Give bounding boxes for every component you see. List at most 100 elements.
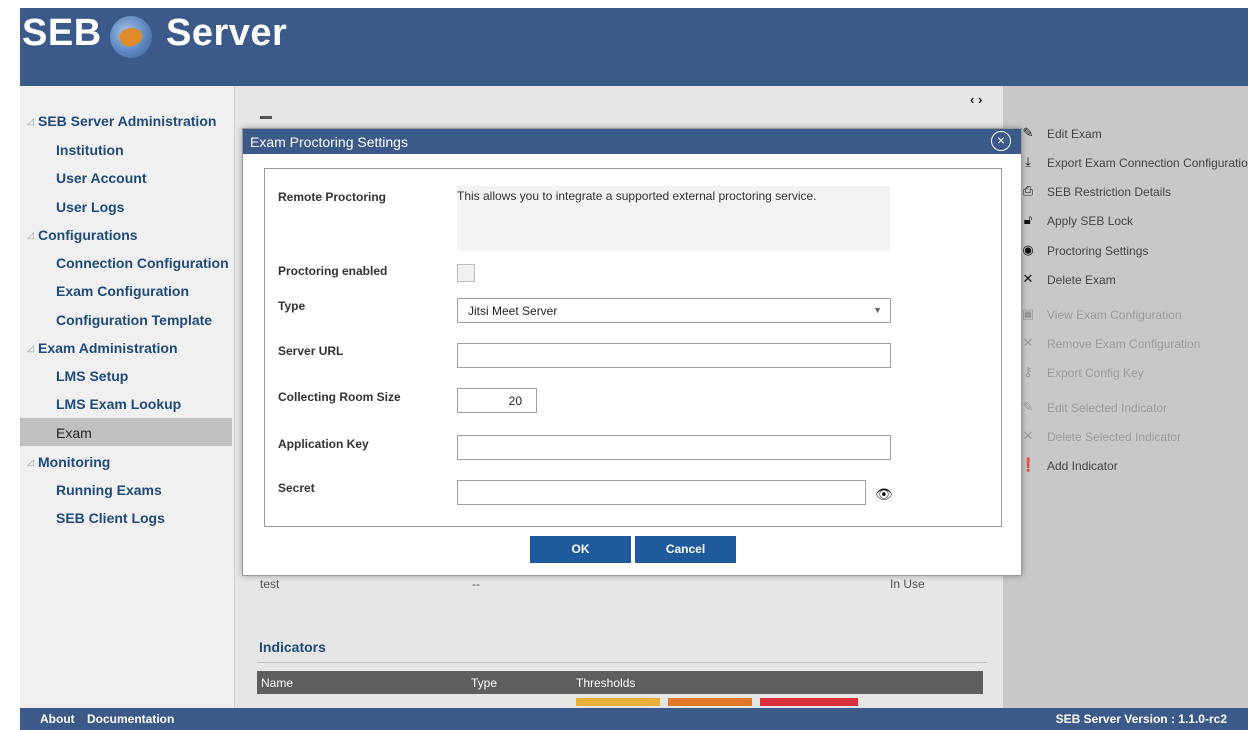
action-label: Remove Exam Configuration bbox=[1047, 337, 1201, 351]
label-application-key: Application Key bbox=[278, 437, 369, 451]
description-text: This allows you to integrate a supported… bbox=[457, 189, 817, 203]
label-secret: Secret bbox=[278, 481, 315, 495]
action-seb-restriction-details[interactable]: ⎙ SEB Restriction Details bbox=[1020, 182, 1248, 202]
page-title-fragment bbox=[260, 116, 272, 119]
nav-item-lms-exam-lookup[interactable]: LMS Exam Lookup bbox=[56, 396, 234, 412]
action-label: Proctoring Settings bbox=[1047, 244, 1149, 258]
dialog-titlebar: Exam Proctoring Settings × bbox=[243, 129, 1021, 154]
logo-text-server: Server bbox=[166, 12, 288, 54]
type-select[interactable]: Jitsi Meet Server ▼ bbox=[457, 298, 891, 323]
action-label: Add Indicator bbox=[1047, 459, 1118, 473]
column-header-thresholds[interactable]: Thresholds bbox=[576, 676, 635, 690]
indicators-title: Indicators bbox=[259, 639, 326, 655]
nav-group-exam-administration[interactable]: Exam Administration bbox=[38, 340, 178, 356]
nav-item-user-logs[interactable]: User Logs bbox=[56, 199, 234, 215]
collapse-triangle-icon[interactable]: ◿ bbox=[27, 343, 34, 354]
nav-item-running-exams[interactable]: Running Exams bbox=[56, 482, 234, 498]
nav-group-monitoring[interactable]: Monitoring bbox=[38, 454, 110, 470]
nav-item-user-account[interactable]: User Account bbox=[56, 170, 234, 186]
footer: About Documentation SEB Server Version :… bbox=[20, 708, 1248, 730]
restriction-icon: ⎙ bbox=[1022, 183, 1034, 198]
action-label: Delete Selected Indicator bbox=[1047, 430, 1182, 444]
action-add-indicator[interactable]: ❗ Add Indicator bbox=[1020, 456, 1248, 476]
lock-icon: 🔓︎ bbox=[1023, 212, 1033, 227]
action-apply-seb-lock[interactable]: 🔓︎ Apply SEB Lock bbox=[1020, 211, 1248, 231]
ok-button[interactable]: OK bbox=[530, 536, 631, 563]
action-delete-selected-indicator[interactable]: ✕ Delete Selected Indicator bbox=[1020, 427, 1248, 447]
server-url-input[interactable] bbox=[457, 343, 891, 368]
logo-text-seb: SEB bbox=[22, 12, 102, 54]
action-export-config-key[interactable]: ⚷ Export Config Key bbox=[1020, 363, 1248, 383]
threshold-badge bbox=[576, 698, 660, 706]
room-size-value: 20 bbox=[508, 394, 522, 408]
table-cell-status: In Use bbox=[890, 577, 925, 591]
table-cell-value: -- bbox=[472, 577, 480, 591]
collapse-triangle-icon[interactable]: ◿ bbox=[27, 457, 34, 468]
pencil-icon: ✎ bbox=[1022, 125, 1034, 140]
chevron-down-icon: ▼ bbox=[873, 305, 882, 315]
label-collecting-room-size: Collecting Room Size bbox=[278, 390, 401, 404]
action-label: Export Config Key bbox=[1047, 366, 1144, 380]
sidebar: ◿ SEB Server Administration Institution … bbox=[20, 86, 234, 708]
threshold-badge bbox=[668, 698, 752, 706]
action-edit-selected-indicator[interactable]: ✎ Edit Selected Indicator bbox=[1020, 398, 1248, 418]
close-icon[interactable]: × bbox=[991, 131, 1011, 151]
action-label: Apply SEB Lock bbox=[1047, 214, 1134, 228]
nav-item-connection-configuration[interactable]: Connection Configuration bbox=[56, 255, 234, 271]
action-label: SEB Restriction Details bbox=[1047, 185, 1172, 199]
action-remove-exam-configuration[interactable]: ✕ Remove Exam Configuration bbox=[1020, 334, 1248, 354]
x-icon: ✕ bbox=[1022, 335, 1034, 350]
proctoring-icon: ◉ bbox=[1022, 242, 1034, 257]
threshold-badges bbox=[576, 698, 866, 706]
remote-proctoring-description: This allows you to integrate a supported… bbox=[457, 186, 890, 250]
collapse-triangle-icon[interactable]: ◿ bbox=[27, 230, 34, 241]
column-header-name[interactable]: Name bbox=[261, 676, 293, 690]
proctoring-enabled-checkbox[interactable] bbox=[457, 264, 475, 282]
label-server-url: Server URL bbox=[278, 344, 344, 358]
action-delete-exam[interactable]: ✕ Delete Exam bbox=[1020, 270, 1248, 290]
nav-item-institution[interactable]: Institution bbox=[56, 142, 234, 158]
nav-item-lms-setup[interactable]: LMS Setup bbox=[56, 368, 234, 384]
collapse-triangle-icon[interactable]: ◿ bbox=[27, 116, 34, 127]
action-label: Export Exam Connection Configuration bbox=[1047, 156, 1248, 170]
action-edit-exam[interactable]: ✎ Edit Exam bbox=[1020, 124, 1248, 144]
cancel-button[interactable]: Cancel bbox=[635, 536, 736, 563]
dialog-title: Exam Proctoring Settings bbox=[250, 134, 408, 150]
nav-group-configurations[interactable]: Configurations bbox=[38, 227, 138, 243]
type-select-value: Jitsi Meet Server bbox=[468, 304, 558, 318]
action-label: View Exam Configuration bbox=[1047, 308, 1182, 322]
action-proctoring-settings[interactable]: ◉ Proctoring Settings bbox=[1020, 241, 1248, 261]
action-panel bbox=[1003, 86, 1248, 708]
footer-about-link[interactable]: About bbox=[40, 712, 75, 726]
nav-group-seb-server-administration[interactable]: SEB Server Administration bbox=[38, 113, 216, 129]
column-header-type[interactable]: Type bbox=[471, 676, 497, 690]
nav-item-seb-client-logs[interactable]: SEB Client Logs bbox=[56, 510, 234, 526]
label-remote-proctoring: Remote Proctoring bbox=[278, 190, 387, 204]
download-icon: ⤓ bbox=[1025, 154, 1031, 169]
pencil-icon: ✎ bbox=[1022, 399, 1034, 414]
toggle-panel-arrows-icon[interactable]: ‹ › bbox=[970, 92, 982, 107]
label-proctoring-enabled: Proctoring enabled bbox=[278, 264, 388, 278]
secret-input[interactable] bbox=[457, 480, 866, 505]
nav-item-configuration-template[interactable]: Configuration Template bbox=[56, 312, 234, 328]
eye-icon[interactable]: 👁︎ bbox=[875, 486, 893, 503]
collecting-room-size-input[interactable]: 20 bbox=[457, 388, 537, 413]
action-view-exam-configuration[interactable]: ▣ View Exam Configuration bbox=[1020, 305, 1248, 325]
action-label: Edit Selected Indicator bbox=[1047, 401, 1168, 415]
application-key-input[interactable] bbox=[457, 435, 891, 460]
footer-version: SEB Server Version : 1.1.0-rc2 bbox=[1055, 712, 1227, 726]
nav-item-exam-configuration[interactable]: Exam Configuration bbox=[56, 283, 234, 299]
exclamation-icon: ❗ bbox=[1020, 457, 1037, 472]
divider bbox=[257, 662, 987, 663]
key-icon: ⚷ bbox=[1023, 364, 1033, 379]
label-type: Type bbox=[278, 299, 306, 313]
proctoring-settings-dialog: Exam Proctoring Settings × Remote Procto… bbox=[242, 128, 1022, 576]
nav-item-exam[interactable]: Exam bbox=[56, 425, 234, 441]
indicators-table-header: Name Type Thresholds bbox=[257, 671, 983, 694]
x-icon: ✕ bbox=[1022, 271, 1034, 286]
x-icon: ✕ bbox=[1022, 428, 1034, 443]
action-export-exam-connection-configuration[interactable]: ⤓ Export Exam Connection Configuration bbox=[1020, 153, 1248, 173]
footer-documentation-link[interactable]: Documentation bbox=[87, 712, 174, 726]
action-label: Edit Exam bbox=[1047, 127, 1102, 141]
action-label: Delete Exam bbox=[1047, 273, 1116, 287]
